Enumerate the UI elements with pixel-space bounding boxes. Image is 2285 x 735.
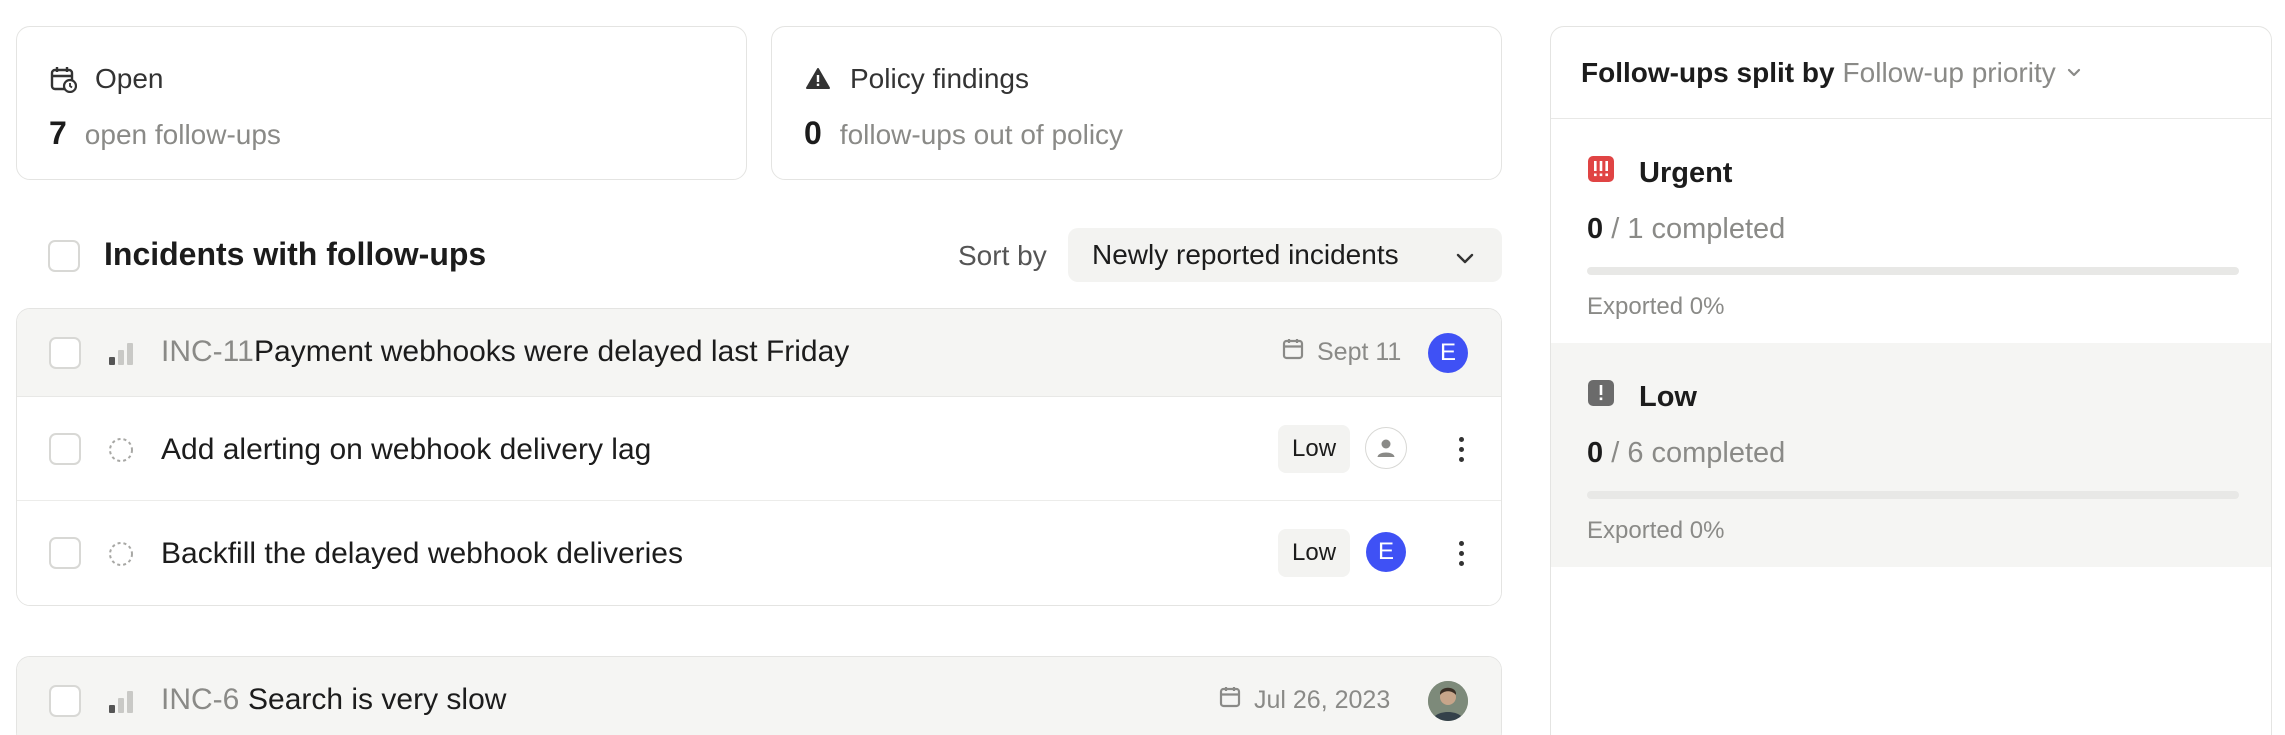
incident-group: INC-11 Payment webhooks were delayed las… (16, 308, 1502, 606)
avatar[interactable]: E (1428, 333, 1468, 373)
open-stat-text: open follow-ups (84, 119, 281, 150)
policy-stat-text: follow-ups out of policy (839, 119, 1124, 150)
more-options-icon[interactable] (1449, 429, 1473, 469)
select-all-checkbox[interactable] (48, 240, 80, 272)
exported-text: Exported 0% (1587, 517, 1725, 544)
incident-id[interactable]: INC-11 (161, 335, 254, 369)
list-title: Incidents with follow-ups (104, 236, 487, 272)
incident-id[interactable]: INC-6 (161, 683, 239, 717)
follow-up-title[interactable]: Add alerting on webhook delivery lag (161, 433, 651, 467)
list-header: Incidents with follow-ups Sort by Newly … (16, 228, 1502, 284)
policy-stat-count: 0 (804, 115, 822, 151)
incident-date: Jul 26, 2023 (1218, 685, 1390, 716)
progress-bar (1587, 491, 2239, 499)
progress-bar (1587, 267, 2239, 275)
incident-checkbox[interactable] (49, 685, 81, 717)
avatar-photo[interactable] (1428, 681, 1468, 721)
panel-title: Follow-ups split by (1581, 57, 1835, 88)
chevron-down-icon[interactable] (2064, 57, 2084, 89)
exported-text: Exported 0% (1587, 293, 1725, 320)
follow-up-checkbox[interactable] (49, 537, 81, 569)
priority-badge[interactable]: Low (1278, 529, 1351, 577)
incident-checkbox[interactable] (49, 337, 81, 369)
status-not-started-icon (107, 540, 135, 573)
incident-group: INC-6 Search is very slow Jul 26, 2023 (16, 656, 1502, 735)
priority-badge[interactable]: Low (1278, 425, 1351, 473)
calendar-clock-icon (49, 65, 77, 93)
total-text: / 6 completed (1611, 437, 1786, 469)
sort-label: Sort by (958, 240, 1047, 271)
incident-row[interactable]: INC-11 Payment webhooks were delayed las… (17, 309, 1501, 397)
open-stat-count: 7 (49, 115, 67, 151)
open-stat-label: Open (95, 63, 164, 94)
severity-icon (107, 689, 135, 720)
open-stat-card[interactable]: Open 7 open follow-ups (16, 26, 747, 180)
incident-row[interactable]: INC-6 Search is very slow Jul 26, 2023 (17, 657, 1501, 735)
incident-title[interactable]: Search is very slow (248, 683, 506, 717)
calendar-icon (1218, 685, 1242, 716)
low-priority-icon (1587, 379, 1615, 415)
policy-stat-label: Policy findings (850, 63, 1029, 94)
group-by-select[interactable]: Follow-up priority (1843, 57, 2056, 89)
follow-ups-split-panel: Follow-ups split by Follow-up priority U… (1550, 26, 2272, 735)
priority-low-section[interactable]: Low 0 / 6 completed Exported 0% (1551, 343, 2271, 567)
completed-count: 0 (1587, 437, 1604, 469)
incident-date-text: Sept 11 (1317, 338, 1402, 366)
calendar-icon (1281, 337, 1305, 368)
warning-icon (804, 65, 832, 93)
follow-up-row[interactable]: Backfill the delayed webhook deliveries … (17, 501, 1501, 605)
assignee-avatar[interactable]: E (1366, 532, 1406, 572)
incident-date-text: Jul 26, 2023 (1254, 686, 1391, 714)
incident-date: Sept 11 (1281, 337, 1401, 368)
priority-urgent-section[interactable]: Urgent 0 / 1 completed Exported 0% (1551, 119, 2271, 343)
status-not-started-icon (107, 436, 135, 469)
severity-icon (107, 341, 135, 372)
follow-up-checkbox[interactable] (49, 433, 81, 465)
policy-stat-card[interactable]: Policy findings 0 follow-ups out of poli… (771, 26, 1502, 180)
unassigned-user-icon[interactable] (1365, 427, 1407, 469)
sort-value: Newly reported incidents (1092, 239, 1399, 270)
total-text: / 1 completed (1611, 213, 1786, 245)
priority-name: Low (1639, 380, 1697, 413)
urgent-priority-icon (1587, 155, 1615, 191)
sort-select[interactable]: Newly reported incidents (1068, 228, 1502, 282)
more-options-icon[interactable] (1449, 533, 1473, 573)
incident-title[interactable]: Payment webhooks were delayed last Frida… (254, 335, 849, 369)
follow-up-title[interactable]: Backfill the delayed webhook deliveries (161, 537, 683, 571)
chevron-down-icon (1454, 244, 1476, 276)
completed-count: 0 (1587, 213, 1604, 245)
follow-up-row[interactable]: Add alerting on webhook delivery lag Low (17, 397, 1501, 501)
priority-name: Urgent (1639, 156, 1733, 189)
